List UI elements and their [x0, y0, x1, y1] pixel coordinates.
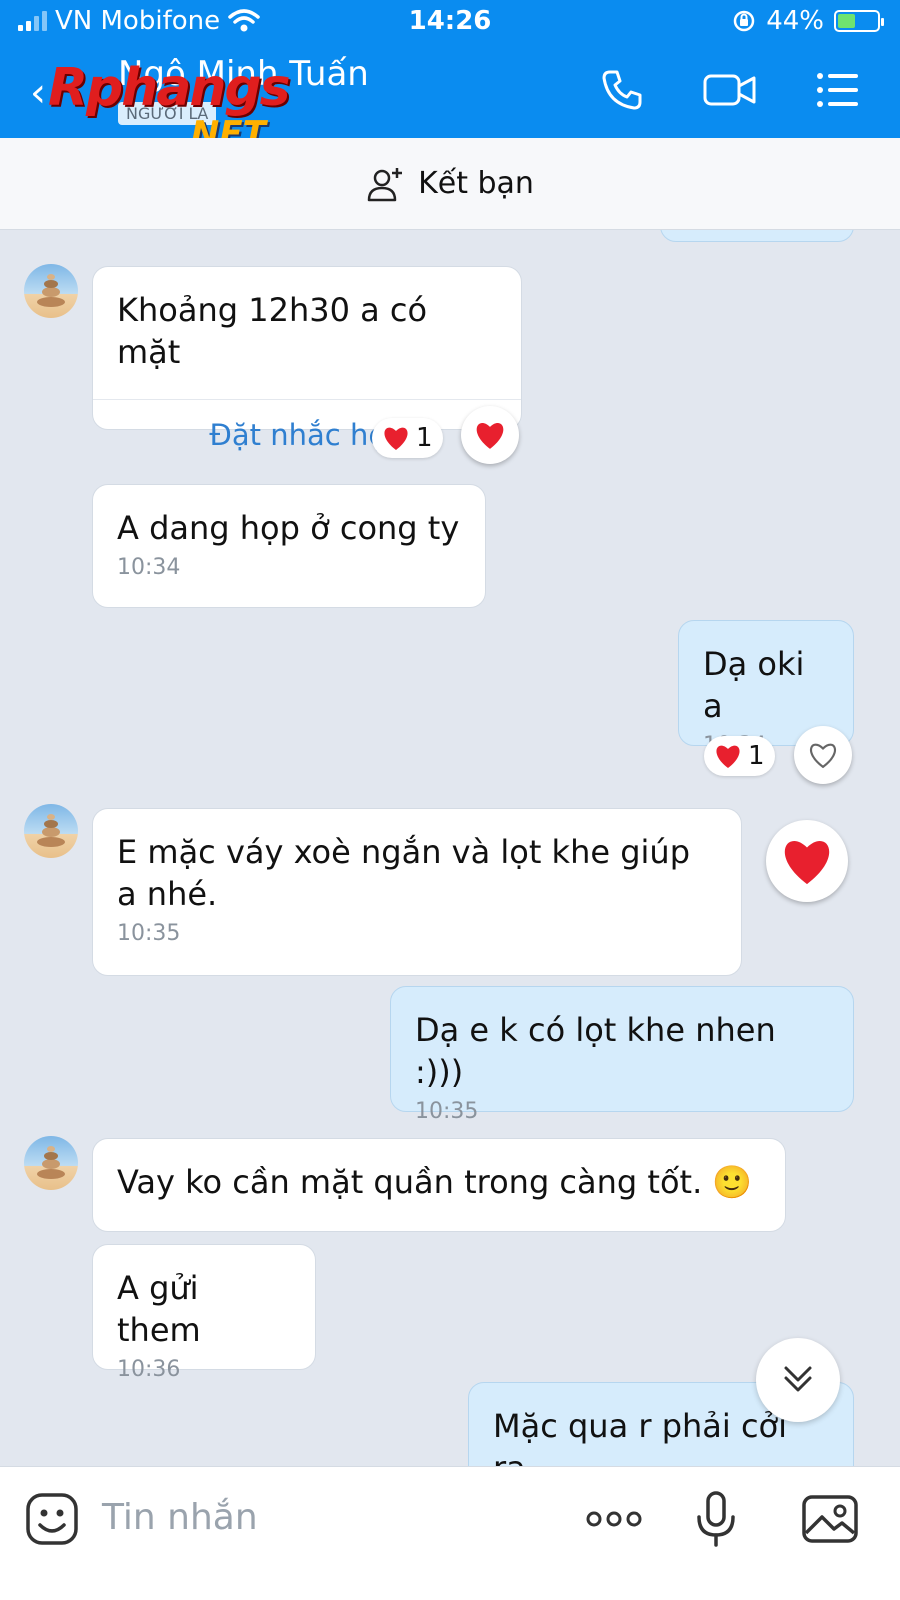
avatar[interactable] [24, 1136, 78, 1190]
avatar[interactable] [24, 264, 78, 318]
react-button[interactable] [461, 406, 519, 464]
message-bubble[interactable]: Khoảng 12h30 a có mặt Đặt nhắc hẹn [92, 266, 522, 452]
message-input-bar: Tin nhắn [0, 1466, 900, 1600]
more-icon[interactable] [584, 1489, 644, 1549]
react-button[interactable] [766, 820, 848, 902]
add-friend-label: Kết bạn [418, 166, 534, 201]
chat-area[interactable]: Khoảng 12h30 a có mặt Đặt nhắc hẹn 1 A d… [0, 230, 900, 1466]
message-bubble[interactable]: Vay ko cần mặt quần trong càng tốt. 🙂 [92, 1138, 786, 1232]
heart-icon [716, 745, 740, 768]
message-bubble[interactable]: E mặc váy xoè ngắn và lọt khe giúp a nhé… [92, 808, 742, 976]
chat-header: VN Mobifone 14:26 44% ‹ Ngô Minh Tuấn NG… [0, 0, 900, 154]
heart-icon [784, 841, 830, 885]
message-time: 10:35 [117, 921, 181, 946]
set-reminder-link[interactable]: Đặt nhắc hẹn [93, 399, 521, 469]
nav-bar: ‹ Ngô Minh Tuấn NGƯỜI LẠ Rphangs .NET [0, 46, 900, 154]
message-time: 10:35 [415, 1099, 479, 1124]
heart-icon [476, 423, 504, 449]
message-bubble[interactable]: Dạ e k có lọt khe nhen :))) 10:35 [390, 986, 854, 1124]
reaction-count[interactable]: 1 [372, 418, 443, 458]
status-bar: VN Mobifone 14:26 44% [0, 0, 900, 46]
image-icon[interactable] [800, 1489, 860, 1549]
message-text: Dạ e k có lọt khe nhen :))) [415, 1011, 776, 1091]
message-text: Dạ oki a [703, 645, 805, 725]
scroll-to-bottom-button[interactable] [756, 1338, 840, 1422]
avatar[interactable] [24, 804, 78, 858]
message-text: A gửi them [117, 1269, 201, 1349]
react-button[interactable] [794, 726, 852, 784]
microphone-icon[interactable] [686, 1489, 746, 1549]
message-bubble[interactable]: A gửi them 10:36 [92, 1244, 316, 1382]
sticker-icon[interactable] [22, 1489, 82, 1549]
message-text: A dang họp ở cong ty [117, 509, 460, 547]
heart-icon [384, 427, 408, 450]
video-icon[interactable] [702, 66, 758, 114]
message-time: 10:36 [117, 1357, 181, 1382]
battery-percent: 44% [766, 6, 824, 36]
menu-icon[interactable] [814, 66, 862, 114]
orientation-lock-icon [733, 10, 755, 32]
message-text: E mặc váy xoè ngắn và lọt khe giúp a nhé… [117, 833, 691, 913]
battery-icon [834, 10, 884, 32]
watermark-logo: Rphangs .NET [48, 58, 291, 154]
message-text: Khoảng 12h30 a có mặt [117, 291, 428, 371]
status-right: 44% [732, 6, 884, 36]
reaction-count-value: 1 [416, 423, 433, 453]
message-bubble[interactable]: A dang họp ở cong ty 10:34 [92, 484, 486, 608]
add-friend-icon [367, 167, 403, 201]
watermark-main: Rphangs [48, 58, 291, 118]
reaction-count-value: 1 [748, 741, 765, 771]
message-input[interactable]: Tin nhắn [102, 1497, 258, 1538]
add-friend-bar[interactable]: Kết bạn [0, 138, 900, 230]
double-chevron-down-icon [784, 1366, 812, 1392]
chevron-left-icon[interactable]: ‹ [30, 70, 46, 116]
reaction-count[interactable]: 1 [704, 736, 775, 776]
message-text: Vay ko cần mặt quần trong càng tốt. 🙂 [117, 1163, 753, 1201]
message-bubble-partial [660, 230, 854, 242]
heart-outline-icon [810, 743, 836, 769]
message-time: 10:34 [117, 555, 181, 580]
phone-icon[interactable] [598, 66, 646, 114]
